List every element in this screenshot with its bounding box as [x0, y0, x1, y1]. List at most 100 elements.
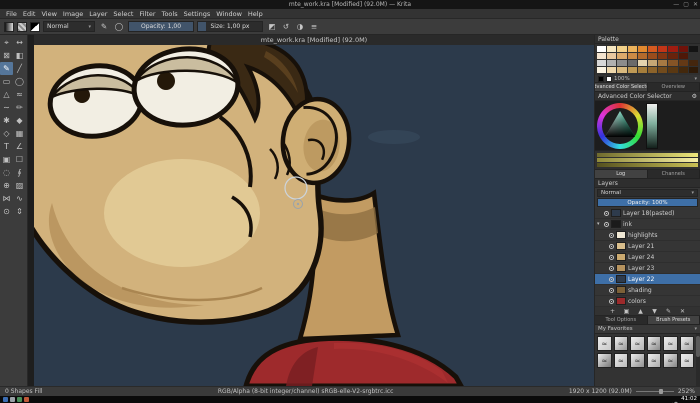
add-layer-button[interactable]: + — [609, 308, 617, 315]
multibrush-tool[interactable]: ✱ — [0, 114, 13, 127]
palette-swatch[interactable] — [607, 46, 617, 52]
palette-white-chip[interactable] — [606, 75, 612, 82]
bezier-curve-tool[interactable]: ∼ — [0, 101, 13, 114]
move-tool[interactable]: ↔ — [13, 36, 26, 49]
gradient-chip[interactable] — [4, 21, 14, 32]
chevron-down-icon[interactable]: ▾ — [694, 76, 697, 82]
palette-swatch[interactable] — [647, 46, 658, 52]
minimize-icon[interactable]: — — [673, 1, 679, 8]
tab-overview[interactable]: Overview — [647, 83, 700, 91]
palette-swatch[interactable] — [668, 53, 678, 59]
polyline-tool[interactable]: ≈ — [13, 88, 26, 101]
layer-row[interactable]: colors — [595, 296, 700, 307]
brush-preset[interactable]: ≈ — [597, 353, 612, 368]
layer-row[interactable]: Layer 21 — [595, 241, 700, 252]
palette-swatch[interactable] — [627, 60, 637, 66]
palette-swatch[interactable] — [647, 67, 658, 73]
value-strip[interactable] — [646, 102, 658, 149]
palette-swatch[interactable] — [688, 60, 698, 66]
contiguous-select-tool[interactable]: ▨ — [13, 179, 26, 192]
brush-preset[interactable]: ≈ — [679, 353, 694, 368]
palette-swatch[interactable] — [617, 60, 627, 66]
palette-swatch[interactable] — [597, 46, 607, 52]
blend-mode-select[interactable]: Normal ▾ — [43, 21, 95, 32]
palette-swatch[interactable] — [678, 67, 688, 73]
elliptical-select-tool[interactable]: ◌ — [0, 166, 13, 179]
rectangle-tool[interactable]: ▭ — [0, 75, 13, 88]
taskbar-launcher[interactable] — [10, 397, 15, 402]
brush-preset[interactable]: ≈ — [663, 353, 678, 368]
taskbar-clock[interactable]: 41:02 — [681, 396, 697, 403]
freehand-brush-tool[interactable]: ✎ — [0, 62, 13, 75]
layer-visibility-icon[interactable] — [609, 265, 614, 271]
shade-row[interactable] — [597, 163, 698, 167]
close-icon[interactable]: ✕ — [693, 1, 698, 8]
palette-swatch[interactable] — [668, 60, 678, 66]
bezier-select-tool[interactable]: ∿ — [13, 192, 26, 205]
layer-visibility-icon[interactable] — [609, 287, 614, 293]
canvas[interactable] — [34, 45, 594, 386]
palette-swatch[interactable] — [597, 67, 607, 73]
assistant-tool[interactable]: ∠ — [13, 140, 26, 153]
palette-swatch[interactable] — [617, 67, 627, 73]
tab-advanced-color-selector[interactable]: Advanced Color Selector — [595, 83, 648, 91]
pan-tool[interactable]: ⇕ — [13, 205, 26, 218]
fill-tool[interactable]: ◆ — [13, 114, 26, 127]
canvas-artwork[interactable] — [34, 45, 594, 386]
layer-visibility-icon[interactable] — [604, 221, 609, 227]
menu-item-select[interactable]: Select — [110, 10, 136, 18]
layer-visibility-icon[interactable] — [609, 232, 614, 238]
palette-swatch[interactable] — [637, 46, 647, 52]
pattern-chip[interactable] — [17, 21, 27, 32]
layer-row[interactable]: Layer 24 — [595, 252, 700, 263]
color-triangle[interactable] — [602, 108, 638, 144]
gradient-tool[interactable]: ◧ — [13, 49, 26, 62]
delete-layer-button[interactable]: ✕ — [679, 308, 687, 315]
hue-ring[interactable] — [597, 102, 643, 149]
taskbar-launcher[interactable] — [17, 397, 22, 402]
menu-item-view[interactable]: View — [38, 10, 59, 18]
menu-item-help[interactable]: Help — [245, 10, 266, 18]
palette-swatch[interactable] — [597, 60, 607, 66]
opacity-slider[interactable]: Opacity: 1,00 — [128, 21, 194, 32]
text-tool[interactable]: T — [0, 140, 13, 153]
tab-tool-options[interactable]: Tool Options — [595, 316, 648, 324]
brush-preset[interactable]: ≈ — [630, 336, 645, 351]
brush-preset[interactable]: ≈ — [663, 336, 678, 351]
palette-swatch[interactable] — [637, 67, 647, 73]
crop-tool[interactable]: ⊠ — [0, 49, 13, 62]
taskbar-launcher[interactable] — [3, 397, 8, 402]
palette-swatch[interactable] — [658, 53, 668, 59]
palette-swatch[interactable] — [617, 46, 627, 52]
magnetic-select-tool[interactable]: ⋈ — [0, 192, 13, 205]
brush-preset-icon[interactable]: ✎ — [98, 21, 110, 33]
menu-item-window[interactable]: Window — [213, 10, 245, 18]
menu-item-tools[interactable]: Tools — [159, 10, 181, 18]
palette-swatch[interactable] — [647, 60, 658, 66]
layer-visibility-icon[interactable] — [609, 243, 614, 249]
duplicate-layer-button[interactable]: ▣ — [623, 308, 631, 315]
options-icon[interactable]: ≡ — [308, 21, 320, 33]
layer-blend-select[interactable]: Normal ▾ — [597, 189, 698, 197]
palette-swatch[interactable] — [688, 53, 698, 59]
tab-log[interactable]: Log — [595, 170, 648, 178]
layer-visibility-icon[interactable] — [604, 210, 609, 216]
palette-swatch[interactable] — [647, 53, 658, 59]
freehand-select-tool[interactable]: ∮ — [13, 166, 26, 179]
layer-opacity-slider[interactable]: Opacity: 100% — [597, 198, 698, 207]
palette-swatch[interactable] — [627, 53, 637, 59]
brush-preset[interactable]: ≈ — [646, 353, 661, 368]
size-slider[interactable]: Size: 1,00 px — [197, 21, 263, 32]
palette-swatch[interactable] — [607, 67, 617, 73]
palette-swatch[interactable] — [658, 67, 668, 73]
tab-brush-presets[interactable]: Brush Presets — [647, 316, 700, 324]
palette-swatch[interactable] — [678, 46, 688, 52]
layer-visibility-icon[interactable] — [609, 298, 614, 304]
layer-row[interactable]: highlights — [595, 230, 700, 241]
palette-swatch[interactable] — [678, 60, 688, 66]
brush-preset[interactable]: ≈ — [646, 336, 661, 351]
layer-row[interactable]: shading — [595, 285, 700, 296]
layer-row[interactable]: Layer 22 — [595, 274, 700, 285]
palette-swatch[interactable] — [678, 53, 688, 59]
menu-item-image[interactable]: Image — [60, 10, 86, 18]
